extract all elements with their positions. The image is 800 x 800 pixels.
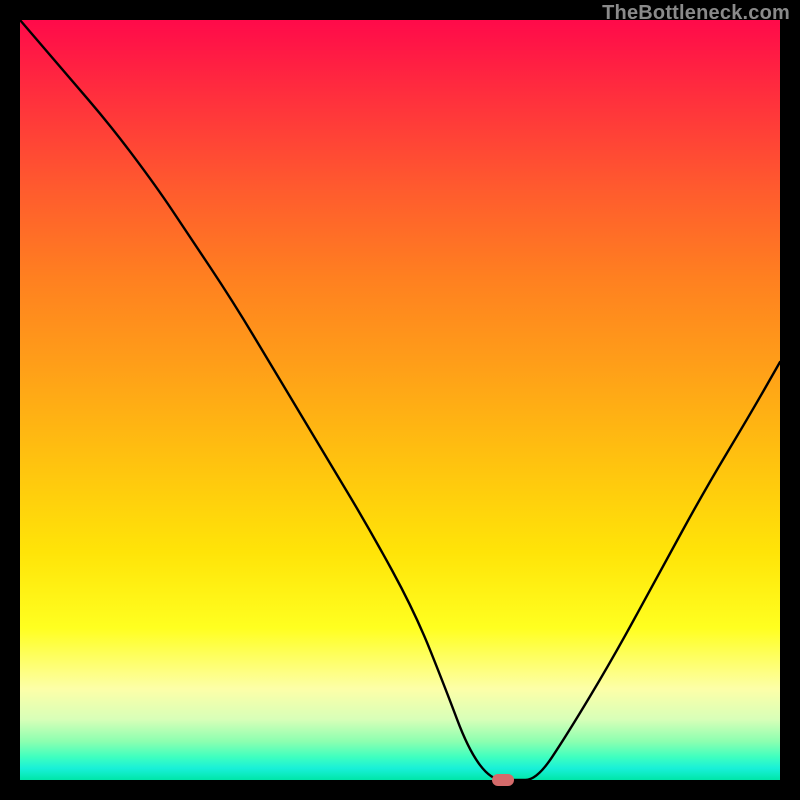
optimal-marker (492, 774, 514, 786)
chart-frame: TheBottleneck.com (0, 0, 800, 800)
curve-path (20, 20, 780, 780)
plot-area (20, 20, 780, 780)
bottleneck-curve (20, 20, 780, 780)
